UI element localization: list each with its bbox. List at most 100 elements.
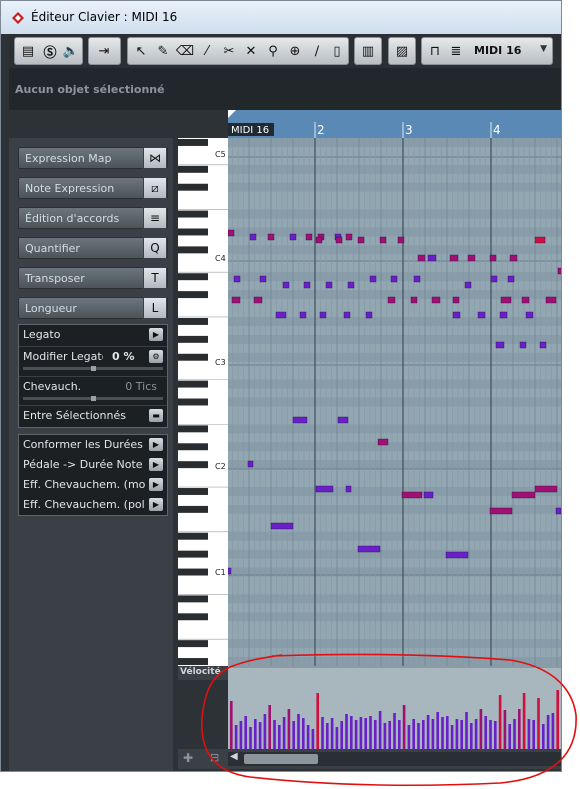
- apply-icon[interactable]: ▶: [149, 458, 163, 471]
- velocity-bar[interactable]: [393, 713, 396, 749]
- midi-note[interactable]: [427, 254, 437, 262]
- midi-note[interactable]: [228, 567, 232, 575]
- velocity-bar[interactable]: [258, 722, 262, 749]
- velocity-bar[interactable]: [369, 716, 372, 749]
- velocity-bar[interactable]: [302, 718, 305, 749]
- velocity-bar[interactable]: [398, 720, 401, 749]
- midi-note[interactable]: [253, 296, 263, 304]
- midi-note[interactable]: [539, 341, 547, 349]
- black-key[interactable]: [178, 246, 208, 254]
- color-icon[interactable]: ▨: [391, 40, 413, 62]
- length-icon[interactable]: L: [143, 297, 167, 319]
- inspector-section-0[interactable]: Expression Map ⋈: [18, 147, 168, 169]
- black-key[interactable]: [178, 443, 208, 451]
- midi-note[interactable]: [489, 254, 497, 262]
- brush-icon[interactable]: ⁄: [196, 40, 218, 62]
- zoom-icon[interactable]: ⊕: [284, 40, 306, 62]
- velocity-bar[interactable]: [364, 718, 367, 749]
- note-expression-icon[interactable]: ⧄: [143, 177, 167, 199]
- black-key[interactable]: [178, 183, 208, 191]
- velocity-bar[interactable]: [326, 723, 329, 749]
- overlap-slider[interactable]: [23, 396, 163, 401]
- velocity-bar[interactable]: [268, 705, 271, 749]
- midi-note[interactable]: [495, 341, 505, 349]
- inspector-section-4[interactable]: Transposer T: [18, 267, 168, 289]
- pencil-icon[interactable]: ✎: [152, 40, 174, 62]
- velocity-bar[interactable]: [546, 715, 550, 749]
- velocity-bar[interactable]: [479, 709, 483, 749]
- velocity-bar[interactable]: [383, 723, 387, 749]
- midi-note[interactable]: [325, 281, 333, 289]
- velocity-bar[interactable]: [537, 698, 540, 749]
- midi-note[interactable]: [345, 485, 352, 493]
- piano-keys[interactable]: C5 C4 C3 C2 C1: [178, 138, 228, 666]
- velocity-bar[interactable]: [234, 725, 238, 749]
- midi-note[interactable]: [452, 311, 461, 319]
- midi-note[interactable]: [557, 267, 561, 275]
- modifier-legato-slider[interactable]: [23, 366, 163, 371]
- velocity-bar[interactable]: [273, 720, 276, 749]
- midi-note[interactable]: [401, 491, 423, 499]
- velocity-bar[interactable]: [335, 727, 339, 749]
- black-key[interactable]: [178, 532, 208, 540]
- midi-note[interactable]: [413, 275, 421, 283]
- midi-note[interactable]: [477, 311, 486, 319]
- midi-note[interactable]: [521, 296, 530, 304]
- black-key[interactable]: [178, 640, 208, 648]
- velocity-bar[interactable]: [527, 719, 531, 749]
- midi-note[interactable]: [337, 416, 349, 424]
- velocity-bar[interactable]: [441, 717, 444, 749]
- midi-note[interactable]: [534, 485, 558, 493]
- scissors-icon[interactable]: ✂: [218, 40, 240, 62]
- midi-note[interactable]: [499, 311, 508, 319]
- midi-note[interactable]: [249, 233, 257, 241]
- black-key[interactable]: [178, 291, 208, 299]
- midi-note[interactable]: [299, 311, 307, 319]
- quantize-icon[interactable]: Q: [143, 237, 167, 259]
- black-key[interactable]: [178, 335, 208, 343]
- note-grid-canvas[interactable]: [228, 138, 561, 666]
- scroll-left-icon[interactable]: ◀: [230, 751, 238, 762]
- black-key[interactable]: [178, 228, 208, 236]
- midi-note[interactable]: [555, 507, 561, 515]
- function-row[interactable]: Eff. Chevauchem. (poly) ▶: [19, 495, 167, 515]
- midi-note[interactable]: [315, 236, 323, 244]
- scrollbar-thumb[interactable]: [244, 754, 318, 764]
- midi-note[interactable]: [489, 507, 513, 515]
- overlap-value[interactable]: 0 Tics: [125, 380, 157, 393]
- lane-preset-icon[interactable]: ⊟: [210, 751, 219, 764]
- velocity-bar[interactable]: [498, 695, 502, 749]
- midi-note[interactable]: [233, 275, 241, 283]
- midi-note[interactable]: [275, 311, 287, 319]
- midi-note[interactable]: [335, 236, 343, 244]
- part-start-marker[interactable]: [228, 110, 236, 118]
- velocity-bar[interactable]: [518, 709, 521, 749]
- transpose-icon[interactable]: T: [143, 267, 167, 289]
- apply-icon[interactable]: ▶: [149, 438, 163, 451]
- midi-note[interactable]: [397, 236, 405, 244]
- slider-handle[interactable]: [91, 396, 96, 401]
- velocity-bar[interactable]: [297, 714, 300, 749]
- velocity-bar[interactable]: [412, 719, 415, 749]
- velocity-bar[interactable]: [431, 719, 435, 749]
- apply-icon[interactable]: ▶: [149, 478, 163, 491]
- velocity-bar[interactable]: [484, 716, 487, 749]
- midi-note[interactable]: [343, 311, 351, 319]
- midi-note[interactable]: [534, 236, 546, 244]
- velocity-bar[interactable]: [460, 720, 463, 749]
- velocity-bar[interactable]: [287, 709, 291, 749]
- velocity-bar[interactable]: [422, 720, 425, 749]
- black-key[interactable]: [178, 139, 208, 146]
- midi-note[interactable]: [390, 275, 398, 283]
- midi-note[interactable]: [431, 296, 441, 304]
- apply-legato-icon[interactable]: ▶: [149, 328, 163, 341]
- midi-note[interactable]: [247, 460, 254, 468]
- note-grid[interactable]: [228, 138, 561, 666]
- add-lane-icon[interactable]: ✚: [183, 751, 193, 765]
- velocity-bar[interactable]: [470, 723, 473, 749]
- velocity-bar[interactable]: [508, 724, 511, 749]
- midi-note[interactable]: [259, 275, 267, 283]
- minus-icon[interactable]: ▬: [149, 409, 163, 422]
- function-row[interactable]: Conformer les Durées ▶: [19, 435, 167, 455]
- controller-lane-header[interactable]: Vélocité: [178, 666, 228, 680]
